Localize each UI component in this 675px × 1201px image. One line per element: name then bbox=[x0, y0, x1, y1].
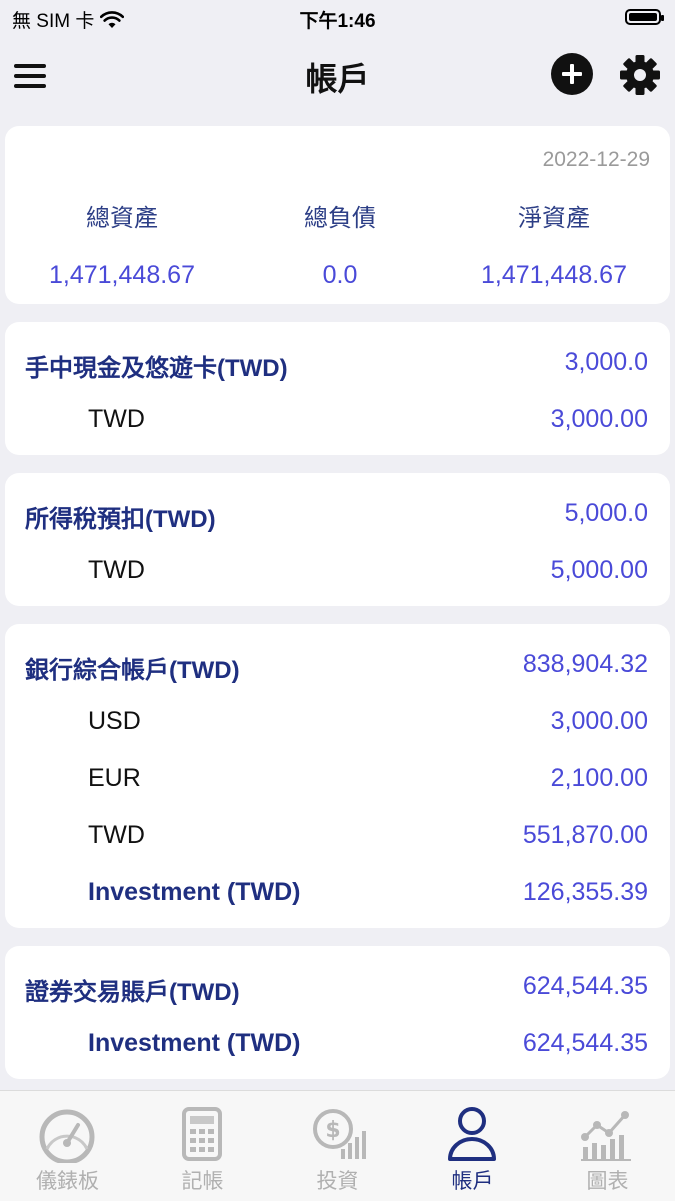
status-time: 下午1:46 bbox=[299, 11, 376, 32]
tab-bar: 儀錶板 記帳 $ 投資 帳戶 圖表 bbox=[0, 1090, 675, 1201]
sub-account-amount: 126,355.39 bbox=[522, 878, 648, 906]
line-bar-chart-icon bbox=[581, 1111, 631, 1161]
account-name[interactable]: 手中現金及悠遊卡(TWD) bbox=[25, 348, 288, 383]
investment-dollar-chart-icon: $ bbox=[313, 1109, 366, 1159]
sub-account-name[interactable]: USD bbox=[88, 707, 141, 736]
sub-account-amount: 624,544.35 bbox=[522, 1029, 648, 1057]
sub-account-name[interactable]: EUR bbox=[88, 764, 141, 793]
account-name[interactable]: 銀行綜合帳戶(TWD) bbox=[25, 650, 240, 685]
person-account-icon bbox=[448, 1107, 496, 1161]
add-account-button[interactable] bbox=[551, 53, 593, 95]
svg-text:$: $ bbox=[325, 1118, 340, 1143]
net-assets-value: 1,471,448.67 bbox=[481, 261, 627, 289]
tab-accounts[interactable]: 帳戶 bbox=[405, 1091, 540, 1201]
account-card[interactable]: 手中現金及悠遊卡(TWD) 3,000.0 TWD 3,000.00 bbox=[5, 322, 670, 455]
account-card[interactable]: 所得稅預扣(TWD) 5,000.0 TWD 5,000.00 bbox=[5, 473, 670, 606]
dashboard-gauge-icon bbox=[39, 1109, 95, 1163]
investment-sub-account-name[interactable]: Investment (TWD) bbox=[88, 878, 301, 907]
total-liabilities-label: 總負債 bbox=[304, 205, 376, 232]
sub-account-amount: 3,000.00 bbox=[550, 707, 648, 735]
total-liabilities: 總負債 0.0 bbox=[230, 198, 450, 290]
total-liabilities-value: 0.0 bbox=[322, 261, 358, 289]
battery-icon bbox=[625, 9, 664, 25]
net-assets-label: 淨資產 bbox=[518, 205, 590, 232]
summary-card: 2022-12-29 總資產 1,471,448.67 總負債 0.0 淨資產 … bbox=[5, 126, 670, 304]
tab-label: 儀錶板 bbox=[36, 1170, 99, 1193]
total-assets-label: 總資產 bbox=[86, 205, 158, 232]
tab-charts[interactable]: 圖表 bbox=[540, 1091, 675, 1201]
sub-account-amount: 2,100.00 bbox=[550, 764, 648, 792]
tab-ledger[interactable]: 記帳 bbox=[135, 1091, 270, 1201]
tab-label: 記帳 bbox=[181, 1170, 224, 1193]
investment-sub-account-name[interactable]: Investment (TWD) bbox=[88, 1029, 301, 1058]
tab-investment[interactable]: $ 投資 bbox=[270, 1091, 405, 1201]
total-assets-value: 1,471,448.67 bbox=[49, 261, 195, 289]
total-assets: 總資產 1,471,448.67 bbox=[12, 198, 232, 290]
tab-label: 投資 bbox=[316, 1170, 359, 1193]
account-name[interactable]: 所得稅預扣(TWD) bbox=[25, 499, 216, 534]
sub-account-name[interactable]: TWD bbox=[88, 821, 145, 850]
sub-account-amount: 551,870.00 bbox=[522, 821, 648, 849]
nav-bar: 帳戶 bbox=[0, 40, 675, 110]
settings-gear-icon[interactable] bbox=[617, 52, 663, 98]
account-card[interactable]: 證券交易賬戶(TWD) 624,544.35 Investment (TWD) … bbox=[5, 946, 670, 1079]
account-amount: 838,904.32 bbox=[522, 650, 648, 678]
account-amount: 5,000.0 bbox=[564, 499, 648, 527]
sub-account-name[interactable]: TWD bbox=[88, 556, 145, 585]
status-bar: 無 SIM 卡 下午1:46 bbox=[0, 0, 675, 34]
net-assets: 淨資產 1,471,448.67 bbox=[444, 198, 664, 290]
summary-date: 2022-12-29 bbox=[542, 148, 650, 171]
tab-dashboard[interactable]: 儀錶板 bbox=[0, 1091, 135, 1201]
account-amount: 624,544.35 bbox=[522, 972, 648, 1000]
tab-label: 圖表 bbox=[586, 1170, 629, 1193]
account-name[interactable]: 證券交易賬戶(TWD) bbox=[25, 972, 240, 1007]
tab-label: 帳戶 bbox=[451, 1170, 494, 1193]
ledger-calculator-icon bbox=[182, 1107, 222, 1161]
sub-account-name[interactable]: TWD bbox=[88, 405, 145, 434]
account-card[interactable]: 銀行綜合帳戶(TWD) 838,904.32 USD 3,000.00 EUR … bbox=[5, 624, 670, 928]
account-amount: 3,000.0 bbox=[564, 348, 648, 376]
sub-account-amount: 3,000.00 bbox=[550, 405, 648, 433]
sub-account-amount: 5,000.00 bbox=[550, 556, 648, 584]
